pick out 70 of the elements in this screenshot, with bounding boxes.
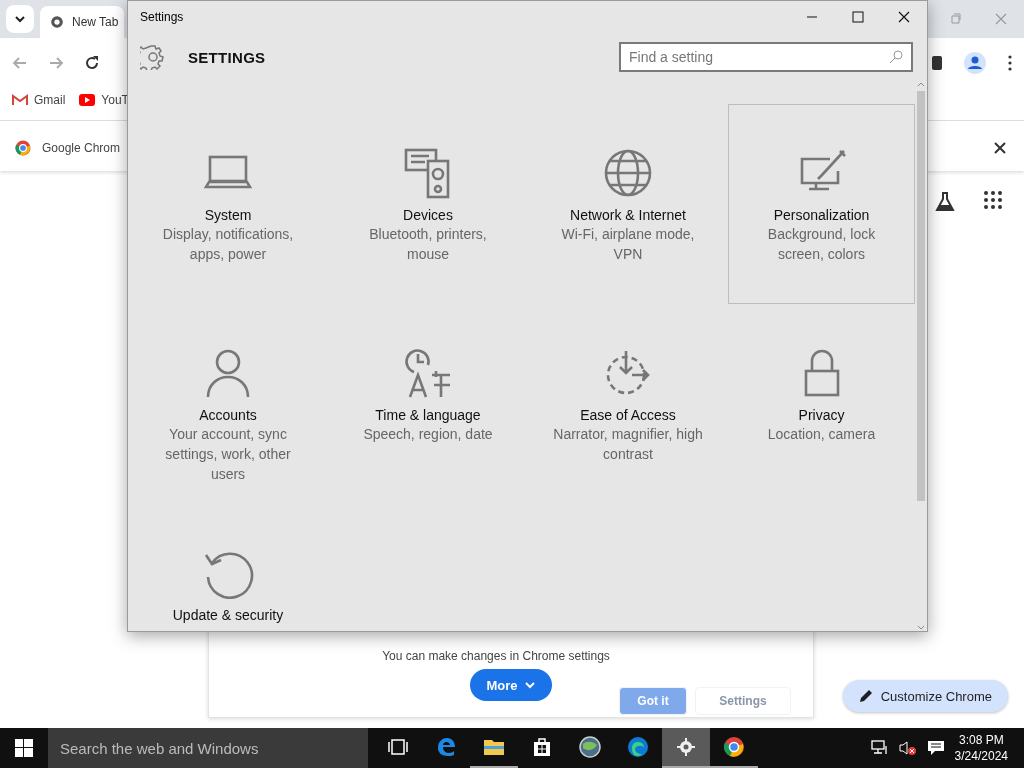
customize-button[interactable]: Customize Chrome [842,680,1008,712]
gear-icon [140,44,166,70]
clock[interactable]: 3:08 PM 3/24/2024 [954,732,1008,764]
clock-time: 3:08 PM [958,732,1004,748]
network-icon[interactable] [870,740,889,756]
popup-message: You can make changes in Chrome settings [382,649,610,663]
settings-category[interactable]: Personalization Background, lock screen, colors [728,104,915,304]
category-title: Devices [403,207,453,223]
reload-icon[interactable] [84,55,100,71]
settings-category[interactable]: Privacy Location, camera [728,304,915,504]
flask-icon[interactable] [934,191,956,213]
maximize-icon [852,11,864,23]
category-description: Narrator, magnifier, high contrast [553,425,703,464]
tab-search-button[interactable] [6,5,34,33]
settings-heading: SETTINGS [188,48,266,66]
menu-icon[interactable] [1008,55,1012,71]
apps-grid-icon[interactable] [984,191,1002,209]
restore-icon [949,13,961,25]
category-description: Bluetooth, printers, mouse [368,225,488,264]
settings-category[interactable]: Devices Bluetooth, printers, mouse [328,104,528,304]
globe-icon [602,147,654,199]
category-description: Background, lock screen, colors [766,225,877,264]
category-description: Your account, sync settings, work, other users [164,425,292,484]
close-icon [995,13,1007,25]
pencil-icon [858,689,873,703]
more-button[interactable]: More [470,669,552,701]
mail-icon [12,94,28,106]
settings-category[interactable]: Network & Internet Wi-Fi, airplane mode, VPN [528,104,728,304]
profile-icon[interactable] [964,52,986,74]
windows-icon [15,739,33,757]
search-icon [889,50,903,64]
category-description: Wi-Fi, airplane mode, VPN [560,225,696,264]
category-title: Accounts [199,407,257,423]
side-panel-icon[interactable] [932,55,942,71]
window-title: Settings [140,10,184,24]
category-description: Display, notifications, apps, power [161,225,295,264]
category-title: Network & Internet [570,207,686,223]
settings-category[interactable]: Update & security [128,504,328,631]
category-title: Update & security [172,607,284,623]
category-title: Ease of Access [580,407,676,423]
settings-category[interactable]: System Display, notifications, apps, power [128,104,328,304]
category-title: System [204,207,252,223]
category-description: Speech, region, date [363,425,493,444]
play-icon [79,94,96,106]
scroll-up-icon[interactable] [917,81,925,87]
scroll-down-icon[interactable] [917,625,925,631]
taskbar-search-field[interactable]: Search the web and Windows [48,728,368,768]
chevron-down-icon [523,679,536,691]
search-field[interactable]: Find a setting [619,42,913,72]
close-icon[interactable] [994,142,1006,154]
scrollbar[interactable] [915,81,927,631]
browser-tab[interactable]: New Tab [40,5,125,38]
category-title: Privacy [798,407,845,423]
close-icon [898,11,910,23]
category-description: Location, camera [767,425,876,444]
settings-category[interactable]: Ease of Access Narrator, magnifier, high contrast [528,304,728,504]
bookmark-item[interactable]: Gmail [12,93,66,107]
notification-icon[interactable] [926,740,945,756]
gear-icon[interactable] [674,735,698,759]
globe-icon[interactable] [578,735,602,759]
category-title: Time & language [375,407,481,423]
infobar-text: Google Chrom [42,141,121,155]
edge-icon[interactable] [626,735,650,759]
settings-category[interactable]: Accounts Your account, sync settings, work, other users [128,304,328,504]
bookmark-item[interactable]: YouT [79,93,129,107]
clock-date: 3/24/2024 [954,748,1008,764]
taskbar-app[interactable] [662,728,710,768]
volume-muted-icon[interactable] [898,740,917,756]
settings-category[interactable]: Time & language Speech, region, date [328,304,528,504]
category-title: Personalization [773,207,870,223]
